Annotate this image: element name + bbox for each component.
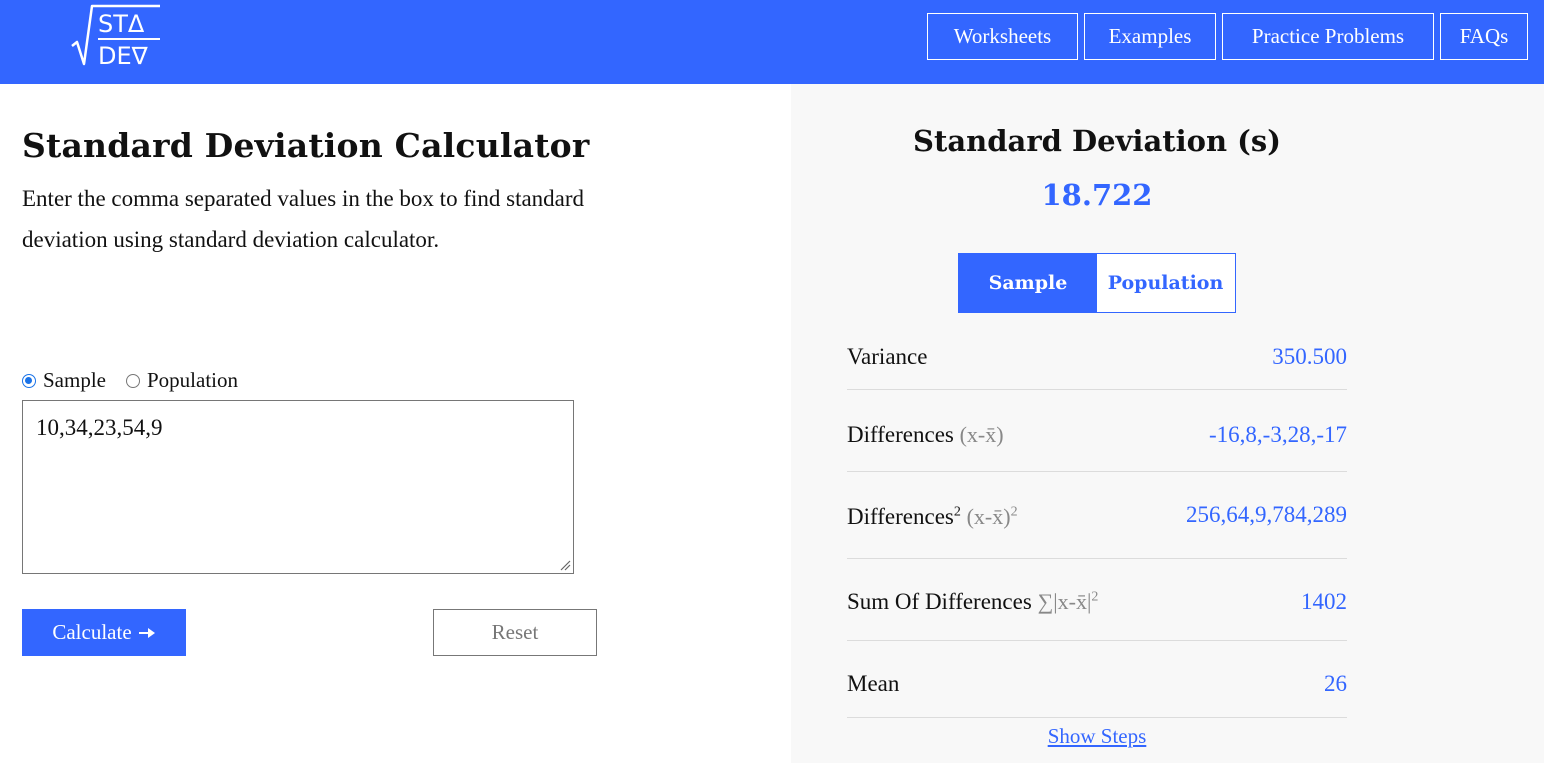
row-formula: (x-x̄) bbox=[959, 422, 1004, 447]
calculate-label: Calculate bbox=[52, 620, 132, 644]
result-row-variance: Variance 350.500 bbox=[847, 334, 1347, 390]
radio-population[interactable]: Population bbox=[126, 368, 238, 393]
row-label: Mean bbox=[847, 671, 900, 696]
page-title: Standard Deviation Calculator bbox=[22, 126, 590, 165]
calculate-button[interactable]: Calculate bbox=[22, 609, 186, 656]
nav-worksheets[interactable]: Worksheets bbox=[927, 13, 1078, 60]
result-row-mean: Mean 26 bbox=[847, 641, 1347, 718]
arrow-right-icon bbox=[138, 627, 155, 638]
reset-button[interactable]: Reset bbox=[433, 609, 597, 656]
row-label: Variance bbox=[847, 344, 928, 369]
result-title: Standard Deviation (s) bbox=[913, 124, 1281, 158]
main-nav: Worksheets Examples Practice Problems FA… bbox=[927, 13, 1528, 60]
stadev-logo[interactable]: STΔ DE∇ bbox=[70, 2, 162, 68]
calculator-description: Enter the comma separated values in the … bbox=[22, 186, 585, 252]
row-label: Differences bbox=[847, 422, 954, 447]
values-input[interactable]: 10,34,23,54,9 bbox=[22, 400, 574, 574]
result-table: Variance 350.500 Differences (x-x̄) -16,… bbox=[847, 334, 1347, 718]
result-row-differences: Differences (x-x̄) -16,8,-3,28,-17 bbox=[847, 390, 1347, 472]
standard-deviation-value: 18.722 bbox=[1041, 178, 1153, 212]
calculator-panel: Standard Deviation Calculator Enter the … bbox=[0, 84, 791, 763]
nav-faqs[interactable]: FAQs bbox=[1440, 13, 1528, 60]
row-value: 1402 bbox=[1301, 589, 1347, 614]
toggle-population[interactable]: Population bbox=[1097, 254, 1234, 312]
row-formula: (x-x̄) bbox=[966, 504, 1011, 529]
row-value: 350.500 bbox=[1272, 344, 1347, 369]
logo-top-text: STΔ bbox=[98, 10, 145, 38]
radio-checked-icon[interactable] bbox=[22, 373, 36, 388]
resize-grip-icon[interactable] bbox=[559, 559, 571, 571]
row-formula-sup: 2 bbox=[1091, 589, 1099, 605]
radio-unchecked-icon[interactable] bbox=[126, 373, 140, 388]
radio-sample[interactable]: Sample bbox=[22, 368, 106, 393]
row-formula-sup: 2 bbox=[1010, 504, 1018, 520]
row-label: Sum Of Differences bbox=[847, 589, 1032, 614]
top-navigation-bar: STΔ DE∇ Worksheets Examples Practice Pro… bbox=[0, 0, 1544, 84]
row-value: 26 bbox=[1324, 671, 1347, 696]
radio-population-label: Population bbox=[147, 368, 239, 392]
row-value: 256,64,9,784,289 bbox=[1186, 502, 1347, 527]
nav-practice-problems[interactable]: Practice Problems bbox=[1222, 13, 1434, 60]
sample-population-toggle: Sample Population bbox=[958, 253, 1236, 313]
sample-type-radio-group: Sample Population bbox=[22, 368, 258, 393]
result-row-sum-of-differences: Sum Of Differences ∑|x-x̄|2 1402 bbox=[847, 559, 1347, 641]
row-value: -16,8,-3,28,-17 bbox=[1209, 422, 1347, 447]
logo-bottom-text: DE∇ bbox=[98, 42, 149, 68]
radio-sample-label: Sample bbox=[43, 368, 106, 392]
show-steps-link[interactable]: Show Steps bbox=[847, 724, 1347, 749]
nav-examples[interactable]: Examples bbox=[1084, 13, 1216, 60]
result-panel: Standard Deviation (s) 18.722 Sample Pop… bbox=[791, 84, 1544, 763]
result-row-differences-squared: Differences2 (x-x̄)2 256,64,9,784,289 bbox=[847, 472, 1347, 559]
toggle-sample[interactable]: Sample bbox=[959, 254, 1097, 312]
row-label: Differences bbox=[847, 504, 954, 529]
row-label-sup: 2 bbox=[953, 504, 961, 520]
row-formula: ∑|x-x̄| bbox=[1037, 589, 1092, 614]
